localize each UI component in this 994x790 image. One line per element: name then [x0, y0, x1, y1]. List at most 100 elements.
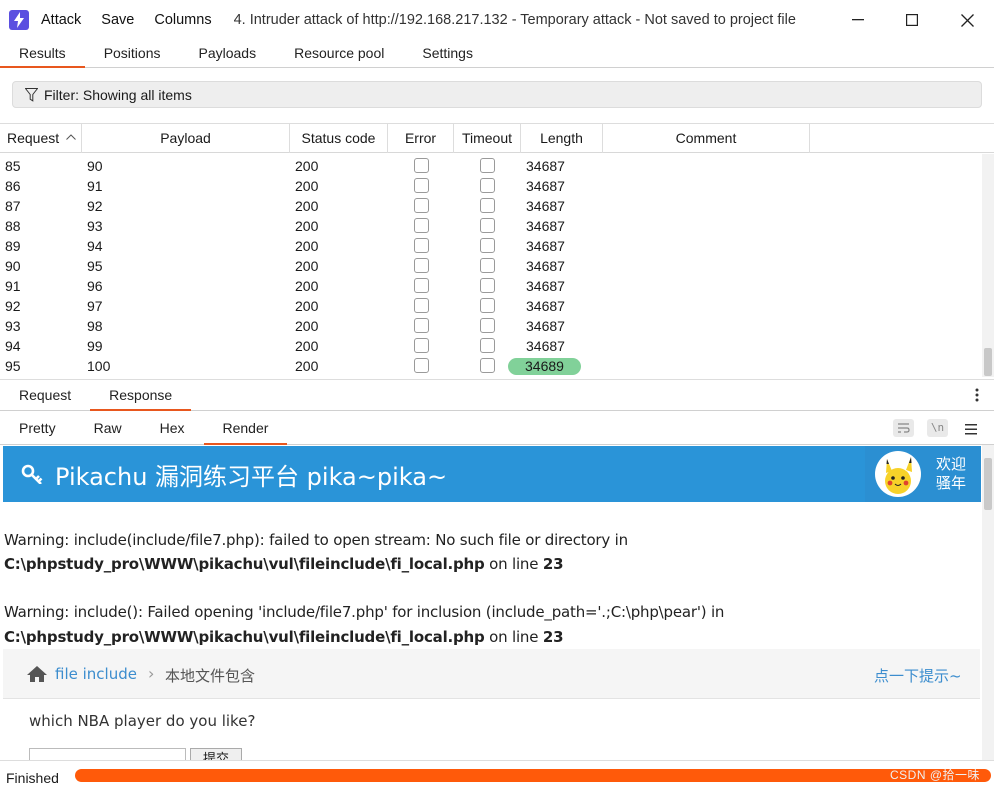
- cell-length: 34687: [521, 236, 603, 256]
- error-checkbox: [413, 218, 429, 233]
- cell-payload: 96: [87, 278, 103, 294]
- hamburger-menu-icon[interactable]: [965, 422, 977, 435]
- col-comment[interactable]: Comment: [603, 124, 810, 153]
- cell-request: 88: [5, 218, 21, 234]
- menu-columns[interactable]: Columns: [154, 12, 211, 28]
- pikachu-banner: Pikachu 漏洞练习平台 pika~pika~: [3, 446, 865, 502]
- cell-payload: 95: [87, 258, 103, 274]
- menu-attack[interactable]: Attack: [41, 12, 81, 28]
- timeout-checkbox: [480, 178, 495, 193]
- timeout-checkbox: [480, 278, 495, 293]
- length-value: 34687: [526, 178, 565, 194]
- cell-request: 86: [5, 178, 21, 194]
- col-status-code[interactable]: Status code: [290, 124, 388, 153]
- cell-request: 89: [5, 238, 21, 254]
- length-value: 34687: [526, 238, 565, 254]
- newline-toggle-icon[interactable]: \n: [927, 419, 948, 437]
- cell-length: 34687: [521, 256, 603, 276]
- submit-button[interactable]: 提交: [190, 748, 242, 760]
- timeout-checkbox: [480, 358, 495, 373]
- tab-pretty[interactable]: Pretty: [0, 411, 75, 444]
- table-row[interactable]: 86 91 200 34687: [0, 176, 994, 196]
- window-title: 4. Intruder attack of http://192.168.217…: [233, 12, 796, 28]
- tab-positions[interactable]: Positions: [85, 40, 180, 67]
- length-value: 34687: [526, 278, 565, 294]
- col-payload[interactable]: Payload: [82, 124, 290, 153]
- cell-payload: 99: [87, 338, 103, 354]
- tab-results[interactable]: Results: [0, 40, 85, 68]
- warning-2-online: on line: [484, 628, 543, 646]
- breadcrumb-link[interactable]: file include: [55, 665, 137, 683]
- table-row[interactable]: 90 95 200 34687: [0, 256, 994, 276]
- col-error[interactable]: Error: [388, 124, 454, 153]
- col-length[interactable]: Length: [521, 124, 603, 153]
- minimize-button[interactable]: [831, 0, 885, 40]
- more-options-icon[interactable]: [975, 388, 981, 404]
- cell-payload: 90: [87, 158, 103, 174]
- length-value: 34689: [508, 358, 581, 375]
- length-value: 34687: [526, 198, 565, 214]
- table-row[interactable]: 85 90 200 34687: [0, 156, 994, 176]
- tab-response[interactable]: Response: [90, 380, 192, 411]
- cell-timeout: [454, 296, 521, 316]
- user-panel: 欢迎 骚年: [865, 446, 981, 502]
- tab-raw[interactable]: Raw: [75, 411, 141, 444]
- cell-length: 34687: [521, 176, 603, 196]
- tab-settings[interactable]: Settings: [403, 40, 492, 67]
- cell-request: 91: [5, 278, 21, 294]
- error-checkbox: [413, 158, 429, 173]
- attack-tabs: Results Positions Payloads Resource pool…: [0, 40, 994, 68]
- cell-length: 34687: [521, 296, 603, 316]
- welcome-text: 欢迎 骚年: [936, 455, 966, 493]
- warning-2-text: : include(): Failed opening 'include/fil…: [64, 603, 725, 621]
- table-row[interactable]: 93 98 200 34687: [0, 316, 994, 336]
- cell-error: [388, 336, 454, 356]
- warning-2-label: Warning: [4, 603, 65, 621]
- table-row[interactable]: 87 92 200 34687: [0, 196, 994, 216]
- word-wrap-icon[interactable]: [893, 419, 914, 437]
- menu-save[interactable]: Save: [101, 12, 134, 28]
- table-row[interactable]: 94 99 200 34687: [0, 336, 994, 356]
- maximize-button[interactable]: [885, 0, 939, 40]
- table-row[interactable]: 95 100 200 34689: [0, 356, 994, 376]
- cell-payload: 100: [87, 358, 111, 374]
- length-value: 34687: [526, 318, 565, 334]
- key-icon: [21, 464, 43, 484]
- table-row[interactable]: 88 93 200 34687: [0, 216, 994, 236]
- results-table: Request Payload Status code Error Timeou…: [0, 123, 994, 377]
- cell-error: [388, 176, 454, 196]
- table-row[interactable]: 91 96 200 34687: [0, 276, 994, 296]
- player-select[interactable]: [29, 748, 186, 760]
- table-row[interactable]: 89 94 200 34687: [0, 236, 994, 256]
- warning-1-location: C:\phpstudy_pro\WWW\pikachu\vul\fileincl…: [4, 555, 564, 573]
- pikachu-avatar: [875, 451, 921, 497]
- table-scrollbar[interactable]: [982, 154, 994, 377]
- cell-timeout: [454, 256, 521, 276]
- table-scrollbar-thumb[interactable]: [984, 348, 992, 376]
- cell-error: [388, 156, 454, 176]
- cell-length: 34687: [521, 336, 603, 356]
- filter-label: Filter: Showing all items: [44, 86, 192, 103]
- timeout-checkbox: [480, 158, 495, 173]
- close-button[interactable]: [940, 0, 994, 40]
- hint-link[interactable]: 点一下提示~: [874, 665, 962, 686]
- cell-payload: 97: [87, 298, 103, 314]
- render-view: Pikachu 漏洞练习平台 pika~pika~ 欢迎 骚年 Warning:…: [0, 445, 982, 760]
- cell-payload: 93: [87, 218, 103, 234]
- cell-status: 200: [295, 298, 319, 314]
- tab-render[interactable]: Render: [203, 411, 288, 445]
- render-scrollbar-thumb[interactable]: [984, 458, 992, 510]
- tab-payloads[interactable]: Payloads: [180, 40, 276, 67]
- tab-request[interactable]: Request: [0, 380, 90, 410]
- error-checkbox: [413, 178, 429, 193]
- length-value: 34687: [526, 258, 565, 274]
- filter-bar[interactable]: Filter: Showing all items: [12, 81, 982, 108]
- tab-resource-pool[interactable]: Resource pool: [275, 40, 403, 67]
- length-value: 34687: [526, 338, 565, 354]
- table-row[interactable]: 92 97 200 34687: [0, 296, 994, 316]
- cell-timeout: [454, 236, 521, 256]
- col-request[interactable]: Request: [0, 124, 82, 153]
- col-timeout[interactable]: Timeout: [454, 124, 521, 153]
- tab-hex[interactable]: Hex: [141, 411, 204, 444]
- home-icon[interactable]: [26, 665, 48, 683]
